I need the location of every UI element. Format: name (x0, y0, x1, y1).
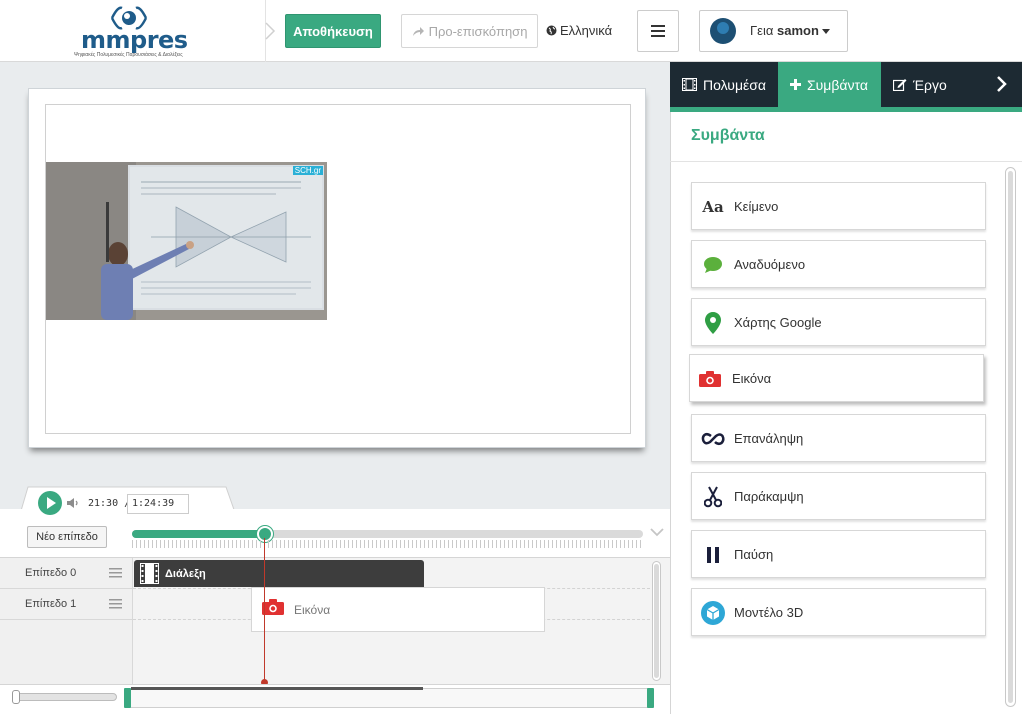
camera-icon (262, 599, 284, 615)
film-icon (682, 78, 697, 91)
tab-label: Συμβάντα (807, 76, 868, 93)
scrubber-progress (132, 530, 265, 538)
hamburger-icon (651, 25, 665, 37)
total-time-field[interactable]: 1:24:39 (127, 494, 189, 514)
map-pin-icon (701, 311, 725, 335)
event-3d-model[interactable]: Μοντέλο 3D (691, 588, 986, 636)
tab-accent-strip (670, 107, 1022, 112)
caret-down-icon (821, 29, 830, 35)
chevron-down-icon[interactable] (650, 527, 664, 537)
event-label: Αναδυόμενο (734, 256, 806, 272)
tab-label: Πολυμέσα (703, 76, 766, 93)
panel-title: Συμβάντα (691, 127, 765, 144)
logo-text: mmpres (81, 26, 188, 54)
overview-right-grip[interactable] (647, 688, 654, 708)
speech-bubble-icon (701, 253, 725, 277)
preview-label: Προ-επισκόπηση (428, 23, 528, 39)
cube-icon (701, 601, 725, 625)
tab-media[interactable]: Πολυμέσα (670, 62, 778, 107)
lecture-event-block[interactable]: Διάλεξη (134, 560, 424, 587)
scissors-icon (701, 485, 725, 509)
plus-icon (790, 79, 801, 90)
image-event-block[interactable]: Εικόνα (251, 587, 545, 632)
play-button[interactable] (38, 491, 62, 515)
event-label: Χάρτης Google (734, 314, 822, 330)
event-popup[interactable]: Αναδυόμενο (691, 240, 986, 288)
event-loop[interactable]: Επανάληψη (691, 414, 986, 462)
logo-subtitle: Ψηφιακές Πολυμεσικές Παρουσιάσεις & Διαλ… (74, 52, 183, 58)
tab-label: Έργο (913, 76, 947, 93)
slide-canvas[interactable]: SCH.gr (45, 104, 631, 434)
layer-1-label[interactable]: Επίπεδο 1 (0, 589, 133, 620)
user-menu[interactable]: Γεια samon (699, 10, 848, 52)
volume-icon[interactable] (66, 497, 80, 509)
zoom-slider[interactable] (12, 690, 117, 704)
zoom-slider-knob[interactable] (12, 690, 20, 704)
event-label: Εικόνα (732, 370, 772, 386)
video-watermark: SCH.gr (292, 166, 323, 175)
current-time: 21:30 / (88, 498, 131, 509)
text-icon: Aa (702, 198, 724, 216)
loop-icon (701, 427, 725, 451)
language-label: Ελληνικά (560, 23, 613, 38)
layer-label-text: Επίπεδο 1 (25, 598, 77, 610)
overview-left-grip[interactable] (124, 688, 131, 708)
hamburger-menu-button[interactable] (637, 10, 679, 52)
layer-menu-icon[interactable] (109, 599, 122, 609)
tracks-scrollbar-thumb[interactable] (654, 564, 659, 678)
language-selector[interactable]: Ελληνικά (546, 23, 612, 38)
tracks-scrollbar[interactable] (652, 561, 661, 681)
panel-tabs: Πολυμέσα Συμβάντα Έργο (670, 62, 1022, 107)
overview-range (131, 687, 423, 690)
event-label: Κείμενο (734, 198, 779, 214)
avatar (710, 18, 736, 44)
chevron-right-icon (265, 22, 276, 40)
layer-menu-icon[interactable] (109, 568, 122, 578)
panel-scrollbar[interactable] (1005, 167, 1016, 707)
user-greeting: Γεια samon (750, 23, 830, 38)
lecture-video-image (46, 162, 327, 320)
event-pause[interactable]: Παύση (691, 530, 986, 578)
event-text[interactable]: Aa Κείμενο (691, 182, 986, 230)
event-image[interactable]: Εικόνα (689, 354, 984, 402)
panel-divider (670, 161, 1022, 162)
event-label: Παύση (734, 546, 774, 562)
time-ruler (132, 540, 643, 548)
edit-icon (893, 79, 907, 91)
logo[interactable]: mmpres Ψηφιακές Πολυμεσικές Παρουσιάσεις… (0, 0, 266, 62)
slide-stage: SCH.gr (28, 88, 646, 448)
globe-icon (546, 25, 557, 36)
film-icon (140, 563, 159, 584)
layer-label-text: Επίπεδο 0 (25, 567, 77, 579)
panel-scrollbar-thumb[interactable] (1008, 171, 1013, 703)
layer-0-label[interactable]: Επίπεδο 0 (0, 558, 133, 589)
lecture-video[interactable]: SCH.gr (46, 162, 327, 320)
event-label: Επανάληψη (734, 430, 804, 446)
camera-icon (698, 367, 722, 391)
layer-label-filler (0, 620, 133, 684)
chevron-right-icon[interactable] (996, 75, 1008, 93)
preview-button[interactable]: Προ-επισκόπηση (401, 14, 538, 48)
event-label: Παράκαμψη (734, 488, 804, 504)
share-arrow-icon (412, 26, 424, 36)
image-event-label: Εικόνα (294, 602, 331, 617)
timeline-scrubber[interactable] (132, 526, 643, 542)
tab-project[interactable]: Έργο (881, 62, 981, 107)
username: samon (776, 23, 819, 38)
pause-icon (701, 543, 725, 567)
timeline-overview[interactable] (130, 687, 650, 708)
event-skip[interactable]: Παράκαμψη (691, 472, 986, 520)
event-google-map[interactable]: Χάρτης Google (691, 298, 986, 346)
new-layer-button[interactable]: Νέο επίπεδο (27, 526, 107, 548)
app-header: mmpres Ψηφιακές Πολυμεσικές Παρουσιάσεις… (0, 0, 1022, 62)
lecture-event-label: Διάλεξη (165, 567, 206, 580)
save-button[interactable]: Αποθήκευση (285, 14, 381, 48)
event-label: Μοντέλο 3D (734, 604, 804, 620)
tab-events[interactable]: Συμβάντα (778, 62, 881, 107)
greeting-text: Γεια (750, 23, 774, 38)
